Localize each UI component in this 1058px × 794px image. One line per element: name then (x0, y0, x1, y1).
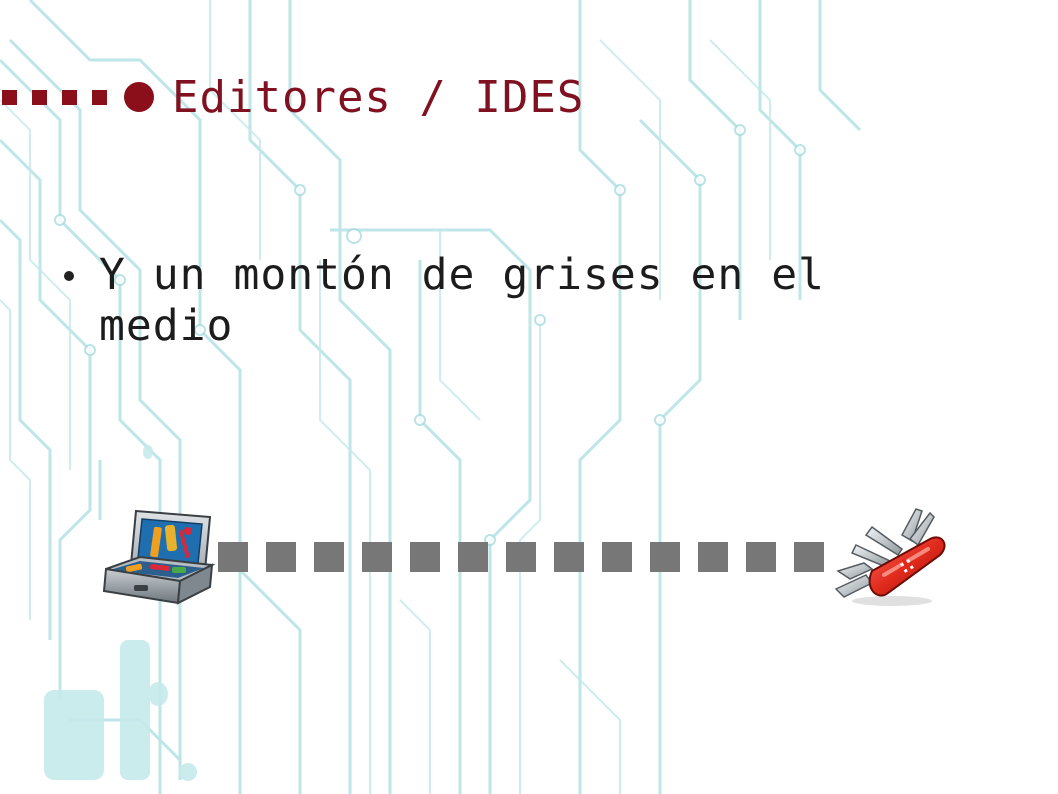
bullet-dot (64, 271, 74, 281)
scale-step (506, 542, 536, 572)
slide-title: Editores / IDES (172, 72, 585, 123)
title-square (32, 90, 47, 105)
bullet-list: Y un montón de grises en el medio (62, 250, 882, 352)
scale-step (746, 542, 776, 572)
scale-step (218, 542, 248, 572)
scale-step (362, 542, 392, 572)
title-square (62, 90, 77, 105)
editor-spectrum-scale (100, 505, 960, 615)
scale-step (650, 542, 680, 572)
toolbox-icon (102, 509, 216, 605)
title-square (92, 90, 107, 105)
title-square (2, 90, 17, 105)
title-dot (124, 82, 154, 112)
scale-step (602, 542, 632, 572)
scale-step (314, 542, 344, 572)
scale-step (554, 542, 584, 572)
scale-step (266, 542, 296, 572)
swiss-army-knife-icon (834, 508, 946, 606)
bullet-item: Y un montón de grises en el medio (62, 250, 882, 352)
bullet-text: Y un montón de grises en el medio (99, 250, 825, 351)
scale-step (794, 542, 824, 572)
slide: Editores / IDES Y un montón de grises en… (0, 0, 1058, 794)
scale-step (698, 542, 728, 572)
scale-step (410, 542, 440, 572)
scale-step (458, 542, 488, 572)
